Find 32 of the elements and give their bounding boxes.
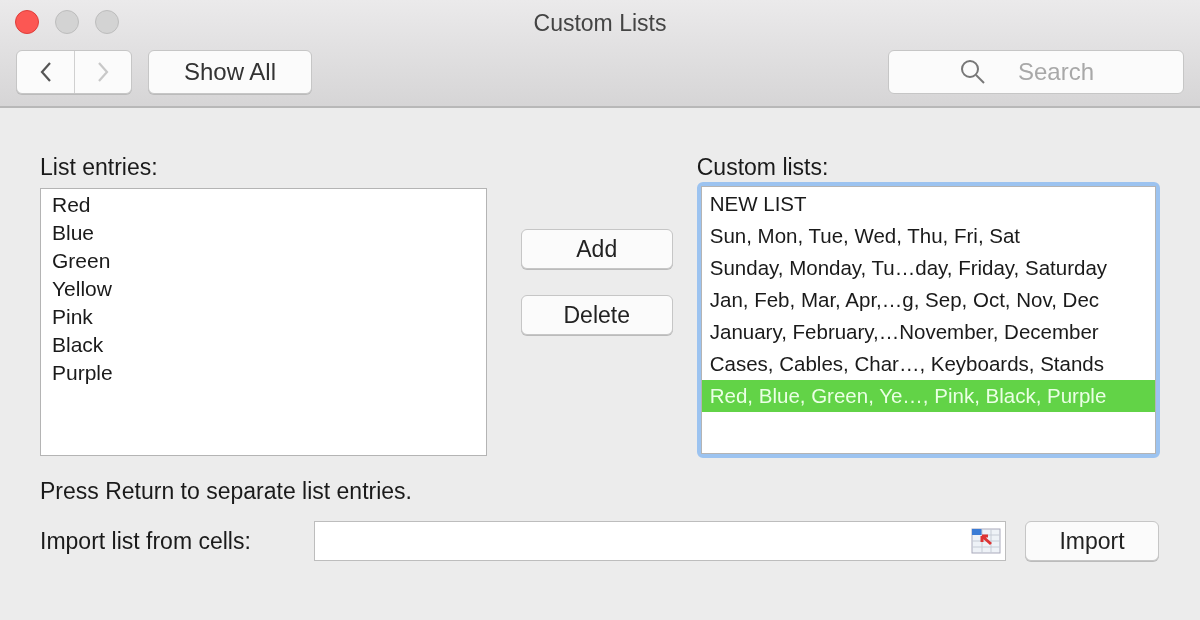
custom-lists-label: Custom lists:: [696, 154, 830, 182]
custom-list-item[interactable]: Jan, Feb, Mar, Apr,…g, Sep, Oct, Nov, Dec: [701, 284, 1155, 316]
add-button[interactable]: Add: [520, 229, 673, 269]
custom-list-item[interactable]: Sunday, Monday, Tu…day, Friday, Saturday: [701, 252, 1155, 284]
list-entry-text: Yellow: [52, 276, 112, 302]
list-entry-text: Purple: [52, 360, 113, 386]
show-all-button[interactable]: Show All: [148, 50, 312, 94]
import-button[interactable]: Import: [1025, 521, 1159, 561]
hint-text: Press Return to separate list entries.: [40, 478, 412, 505]
zoom-icon[interactable]: [95, 10, 119, 34]
list-entries-field[interactable]: Red Blue Green Yellow Pink Black Purple: [40, 188, 487, 456]
custom-list-item[interactable]: January, February,…November, December: [701, 316, 1155, 348]
cell-range-field[interactable]: [314, 521, 1006, 561]
cell-picker-icon[interactable]: [971, 528, 1001, 554]
delete-button[interactable]: Delete: [520, 295, 673, 335]
custom-list-item[interactable]: Sun, Mon, Tue, Wed, Thu, Fri, Sat: [701, 220, 1155, 252]
close-icon[interactable]: [15, 10, 39, 34]
list-entry-text: Green: [52, 248, 111, 274]
custom-list-item[interactable]: Cases, Cables, Char…, Keyboards, Stands: [701, 348, 1155, 380]
import-label: Import list from cells:: [40, 527, 252, 555]
list-entry-text: Blue: [52, 220, 95, 246]
list-entry-text: Pink: [52, 304, 93, 330]
minimize-icon[interactable]: [55, 10, 79, 34]
window-title: Custom Lists: [533, 9, 667, 37]
chevron-left-icon: [38, 61, 53, 83]
list-entry-text: Black: [52, 332, 104, 358]
search-field[interactable]: Search: [888, 50, 1184, 94]
list-entry-text: Red: [52, 192, 91, 218]
list-entries-label: List entries:: [40, 154, 159, 182]
search-icon: [960, 59, 986, 85]
chevron-right-icon: [96, 61, 110, 83]
custom-list-item[interactable]: NEW LIST: [701, 188, 1155, 220]
